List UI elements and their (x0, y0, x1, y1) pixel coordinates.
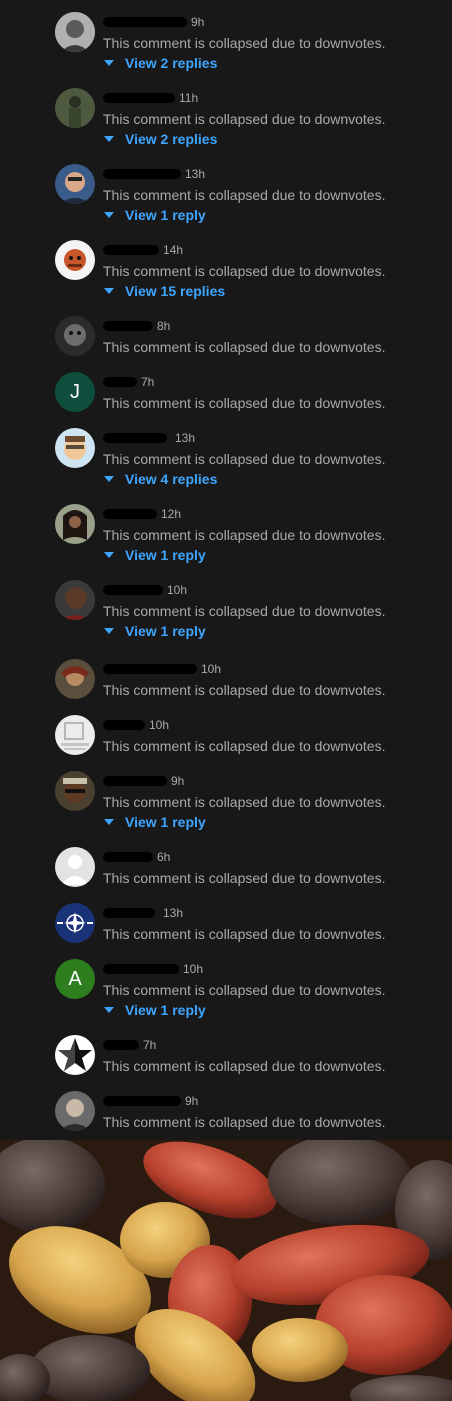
collapsed-message: This comment is collapsed due to downvot… (103, 603, 386, 619)
redacted-username (103, 169, 181, 179)
chevron-down-icon (104, 552, 114, 558)
avatar[interactable] (55, 580, 95, 620)
redacted-username (103, 1040, 139, 1050)
avatar-letter: J (70, 380, 80, 403)
collapsed-message: This comment is collapsed due to downvot… (103, 339, 386, 355)
collapsed-message: This comment is collapsed due to downvot… (103, 187, 386, 203)
avatar[interactable] (55, 88, 95, 128)
comment-time: 14h (163, 243, 184, 257)
collapsed-message: This comment is collapsed due to downvot… (103, 1114, 386, 1130)
comment-time: 10h (183, 962, 204, 976)
view-replies-button[interactable]: View 1 reply (103, 206, 206, 224)
redacted-username (103, 93, 175, 103)
comment-time: 11h (179, 91, 199, 105)
avatar[interactable] (55, 1091, 95, 1131)
comment-time: 9h (191, 15, 205, 29)
comment-time: 6h (157, 850, 171, 864)
comment-time: 8h (157, 319, 171, 333)
comment-time: 10h (149, 718, 170, 732)
comment-time: 10h (201, 662, 222, 676)
avatar[interactable]: A (55, 959, 95, 999)
comment-time: 10h (167, 583, 188, 597)
collapsed-message: This comment is collapsed due to downvot… (103, 738, 386, 754)
chevron-down-icon (104, 476, 114, 482)
chevron-down-icon (104, 136, 114, 142)
avatar-letter: A (68, 967, 82, 990)
avatar[interactable]: J (55, 372, 95, 412)
redacted-username (103, 964, 179, 974)
collapsed-message: This comment is collapsed due to downvot… (103, 527, 386, 543)
collapsed-message: This comment is collapsed due to downvot… (103, 451, 386, 467)
star-icon[interactable] (55, 1035, 95, 1075)
avatar[interactable] (55, 164, 95, 204)
avatar[interactable] (55, 428, 95, 468)
nato-emblem-icon[interactable] (55, 903, 95, 943)
redacted-username (103, 664, 197, 674)
view-replies-button[interactable]: View 4 replies (103, 470, 217, 488)
redacted-username (103, 585, 163, 595)
redacted-username (103, 1096, 181, 1106)
redacted-username (103, 852, 153, 862)
collapsed-message: This comment is collapsed due to downvot… (103, 35, 386, 51)
comment-time: 7h (141, 375, 155, 389)
comment-thread: 9h This comment is collapsed due to down… (0, 0, 452, 1140)
potatoes-photo (0, 1140, 452, 1401)
comment-time: 12h (161, 507, 182, 521)
avatar[interactable] (55, 715, 95, 755)
redacted-username (103, 720, 145, 730)
collapsed-message: This comment is collapsed due to downvot… (103, 263, 386, 279)
comment-time: 13h (185, 167, 206, 181)
collapsed-message: This comment is collapsed due to downvot… (103, 1058, 386, 1074)
comment-time: 13h (163, 906, 184, 920)
chevron-down-icon (104, 1007, 114, 1013)
avatar[interactable] (55, 504, 95, 544)
chevron-down-icon (104, 212, 114, 218)
collapsed-message: This comment is collapsed due to downvot… (103, 682, 386, 698)
comment-time: 13h (175, 431, 196, 445)
collapsed-message: This comment is collapsed due to downvot… (103, 926, 386, 942)
collapsed-message: This comment is collapsed due to downvot… (103, 870, 386, 886)
view-replies-button[interactable]: View 15 replies (103, 282, 225, 300)
collapsed-message: This comment is collapsed due to downvot… (103, 395, 386, 411)
avatar[interactable] (55, 771, 95, 811)
redacted-username (103, 776, 167, 786)
collapsed-message: This comment is collapsed due to downvot… (103, 982, 386, 998)
collapsed-message: This comment is collapsed due to downvot… (103, 111, 386, 127)
chevron-down-icon (104, 60, 114, 66)
avatar[interactable] (55, 12, 95, 52)
avatar[interactable] (55, 659, 95, 699)
view-replies-button[interactable]: View 1 reply (103, 813, 206, 831)
view-replies-button[interactable]: View 2 replies (103, 130, 217, 148)
comment-time: 9h (185, 1094, 199, 1108)
comment-time: 9h (171, 774, 185, 788)
redacted-username (103, 321, 153, 331)
view-replies-button[interactable]: View 1 reply (103, 1001, 206, 1019)
redacted-username (103, 433, 167, 443)
view-replies-button[interactable]: View 1 reply (103, 546, 206, 564)
redacted-username (103, 908, 155, 918)
redacted-username (103, 509, 157, 519)
collapsed-message: This comment is collapsed due to downvot… (103, 794, 386, 810)
redacted-username (103, 245, 159, 255)
redacted-username (103, 377, 137, 387)
comment-time: 7h (143, 1038, 157, 1052)
view-replies-button[interactable]: View 2 replies (103, 54, 217, 72)
chevron-down-icon (104, 819, 114, 825)
chevron-down-icon (104, 288, 114, 294)
default-avatar-icon[interactable] (55, 847, 95, 887)
view-replies-button[interactable]: View 1 reply (103, 622, 206, 640)
avatar[interactable] (55, 240, 95, 280)
avatar[interactable] (55, 316, 95, 356)
chevron-down-icon (104, 628, 114, 634)
redacted-username (103, 17, 187, 27)
